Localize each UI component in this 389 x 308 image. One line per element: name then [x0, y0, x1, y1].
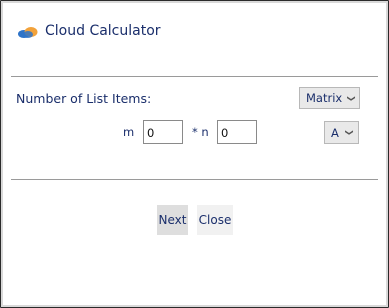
close-button[interactable]: Close [197, 205, 233, 235]
chevron-down-icon: ❯ [345, 129, 355, 136]
header-divider [11, 76, 378, 77]
cloud-calculator-dialog: Cloud Calculator Number of List Items: M… [0, 0, 389, 308]
next-button[interactable]: Next [157, 205, 188, 235]
n-label: * n [192, 125, 209, 139]
type-select[interactable]: Matrix ❯ [299, 87, 360, 109]
list-items-label: Number of List Items: [16, 91, 152, 106]
letter-select-value: A [331, 125, 339, 140]
letter-select[interactable]: A ❯ [324, 121, 359, 144]
footer-divider [11, 179, 378, 180]
cloud-logo-icon [18, 27, 38, 38]
m-label: m [123, 125, 135, 139]
dialog-title: Cloud Calculator [45, 23, 161, 39]
m-input[interactable] [143, 120, 183, 144]
chevron-down-icon: ❯ [347, 94, 357, 102]
type-select-value: Matrix [306, 91, 343, 105]
n-input[interactable] [217, 120, 257, 144]
